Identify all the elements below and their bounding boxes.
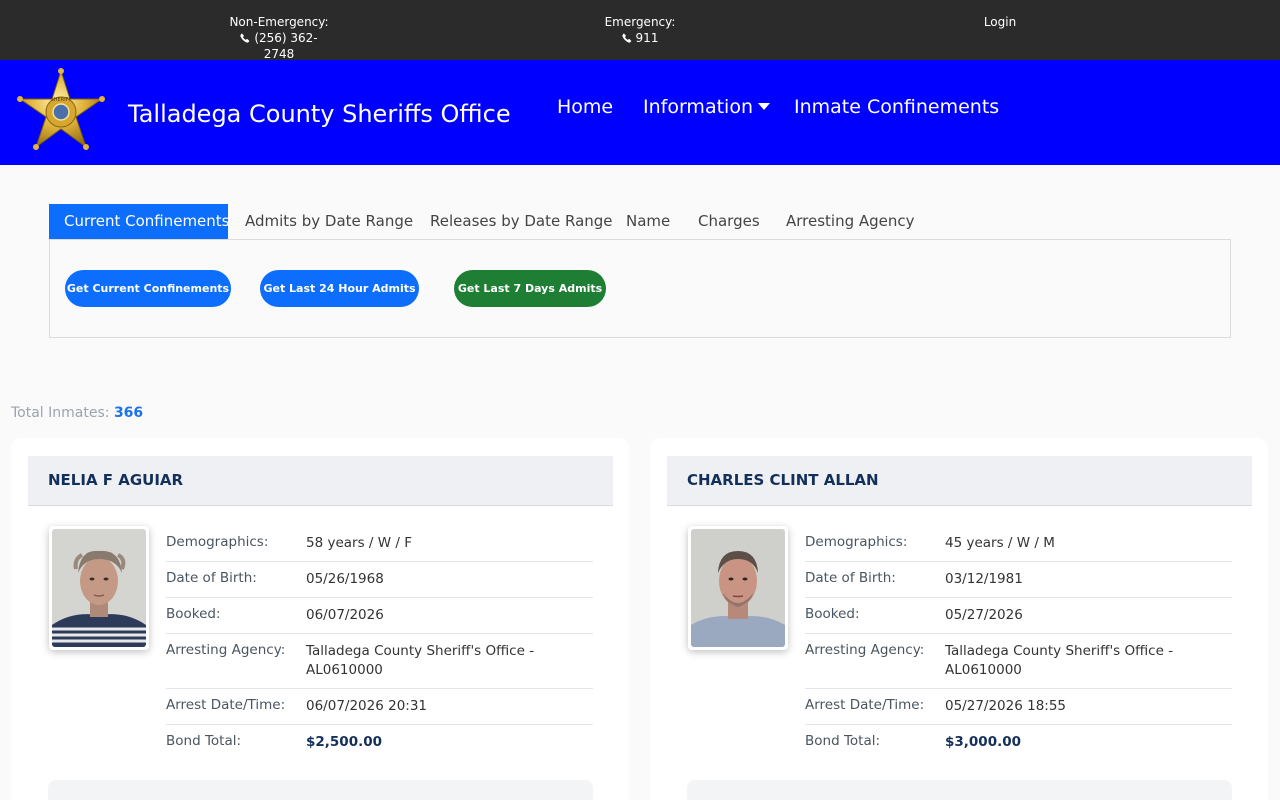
- arrest-value: 05/27/2026 18:55: [945, 698, 1067, 714]
- mugshot-image: [691, 529, 785, 647]
- arrest-label: Arrest Date/Time:: [166, 697, 286, 713]
- get-last-7-days-admits-button[interactable]: Get Last 7 Days Admits: [454, 270, 606, 307]
- booked-label: Booked:: [805, 606, 860, 622]
- non-emergency-phone-text: (256) 362-2748: [254, 31, 318, 61]
- row-dob: Date of Birth: 05/26/1968: [166, 570, 593, 598]
- inmate-card: NELIA F AGUIAR Demographics: 58 years / …: [11, 438, 629, 800]
- row-demographics: Demographics: 58 years / W / F: [166, 534, 593, 562]
- get-current-confinements-button[interactable]: Get Current Confinements: [65, 270, 231, 307]
- agency-value: Talladega County Sheriff's Office - AL06…: [945, 643, 1174, 678]
- nav-home[interactable]: Home: [557, 96, 613, 118]
- row-booked: Booked: 06/07/2026: [166, 606, 593, 634]
- phone-icon: [240, 33, 250, 43]
- charges-section[interactable]: [48, 780, 593, 800]
- nav-information[interactable]: Information: [643, 96, 770, 118]
- sheriff-star-logo[interactable]: SHERIFF: [14, 68, 108, 158]
- bond-value: $2,500.00: [306, 734, 383, 750]
- top-contact-bar: Non-Emergency: (256) 362-2748 Emergency:…: [0, 0, 1280, 62]
- agency-label: Arresting Agency:: [805, 642, 925, 658]
- demographics-value: 45 years / W / M: [945, 535, 1055, 551]
- demographics-label: Demographics:: [805, 534, 908, 550]
- charges-section[interactable]: [687, 780, 1232, 800]
- nav-inmate-confinements[interactable]: Inmate Confinements: [794, 96, 999, 118]
- dob-label: Date of Birth:: [805, 570, 896, 586]
- tab-name[interactable]: Name: [611, 204, 685, 239]
- row-bond-total: Bond Total: $3,000.00: [805, 733, 1232, 761]
- dob-value: 03/12/1981: [945, 571, 1023, 587]
- emergency-label: Emergency:: [604, 15, 676, 29]
- agency-value: Talladega County Sheriff's Office - AL06…: [306, 643, 535, 678]
- inmate-photo[interactable]: [688, 526, 788, 650]
- tab-arresting-agency[interactable]: Arresting Agency: [771, 204, 930, 239]
- row-arrest-datetime: Arrest Date/Time: 05/27/2026 18:55: [805, 697, 1232, 725]
- inmate-card-header[interactable]: NELIA F AGUIAR: [28, 456, 613, 506]
- row-arrest-datetime: Arrest Date/Time: 06/07/2026 20:31: [166, 697, 593, 725]
- emergency-phone-text: 911: [635, 31, 659, 45]
- dob-value: 05/26/1968: [306, 571, 384, 587]
- booked-label: Booked:: [166, 606, 221, 622]
- bond-label: Bond Total:: [166, 733, 242, 749]
- tab-admits-by-date-range[interactable]: Admits by Date Range: [230, 204, 428, 239]
- tab-charges[interactable]: Charges: [683, 204, 775, 239]
- tab-panel-current-confinements: Get Current Confinements Get Last 24 Hou…: [49, 239, 1231, 338]
- nav-information-label: Information: [643, 96, 753, 118]
- booked-value: 05/27/2026: [945, 607, 1023, 623]
- mugshot-image: [52, 529, 146, 647]
- site-title[interactable]: Talladega County Sheriffs Office: [128, 100, 511, 128]
- inmate-photo[interactable]: [49, 526, 149, 650]
- phone-icon: [621, 33, 631, 43]
- badge-text: SHERIFF: [51, 97, 72, 103]
- non-emergency-phone[interactable]: (256) 362-2748: [229, 30, 329, 62]
- arrest-value: 06/07/2026 20:31: [306, 698, 428, 714]
- tab-current-confinements[interactable]: Current Confinements: [49, 204, 230, 239]
- agency-label: Arresting Agency:: [166, 642, 286, 658]
- row-bond-total: Bond Total: $2,500.00: [166, 733, 593, 761]
- demographics-label: Demographics:: [166, 534, 269, 550]
- tab-releases-by-date-range[interactable]: Releases by Date Range: [415, 204, 628, 239]
- inmate-card-header[interactable]: CHARLES CLINT ALLAN: [667, 456, 1252, 506]
- demographics-value: 58 years / W / F: [306, 535, 412, 551]
- get-last-24-hour-admits-button[interactable]: Get Last 24 Hour Admits: [260, 270, 419, 307]
- row-arresting-agency: Arresting Agency: Talladega County Sheri…: [805, 642, 1232, 689]
- site-header: SHERIFF Talladega County Sheriffs Office…: [0, 60, 1280, 165]
- bond-label: Bond Total:: [805, 733, 881, 749]
- row-booked: Booked: 05/27/2026: [805, 606, 1232, 634]
- dob-label: Date of Birth:: [166, 570, 257, 586]
- booked-value: 06/07/2026: [306, 607, 384, 623]
- emergency-contact: Emergency: 911: [600, 14, 680, 46]
- row-arresting-agency: Arresting Agency: Talladega County Sheri…: [166, 642, 593, 689]
- emergency-phone[interactable]: 911: [600, 30, 680, 46]
- inmate-name[interactable]: CHARLES CLINT ALLAN: [687, 471, 879, 489]
- total-inmates-count: 366: [113, 405, 144, 421]
- total-inmates-label: Total Inmates:: [11, 405, 110, 421]
- caret-down-icon: [757, 103, 770, 110]
- inmate-name[interactable]: NELIA F AGUIAR: [48, 471, 183, 489]
- row-dob: Date of Birth: 03/12/1981: [805, 570, 1232, 598]
- arrest-label: Arrest Date/Time:: [805, 697, 925, 713]
- row-demographics: Demographics: 45 years / W / M: [805, 534, 1232, 562]
- bond-value: $3,000.00: [945, 734, 1022, 750]
- non-emergency-label: Non-Emergency:: [229, 15, 329, 29]
- inmate-card: CHARLES CLINT ALLAN Demographics: 45 yea…: [650, 438, 1268, 800]
- total-inmates: Total Inmates: 366: [11, 405, 143, 421]
- login-link[interactable]: Login: [970, 14, 1030, 30]
- non-emergency-contact: Non-Emergency: (256) 362-2748: [229, 14, 329, 62]
